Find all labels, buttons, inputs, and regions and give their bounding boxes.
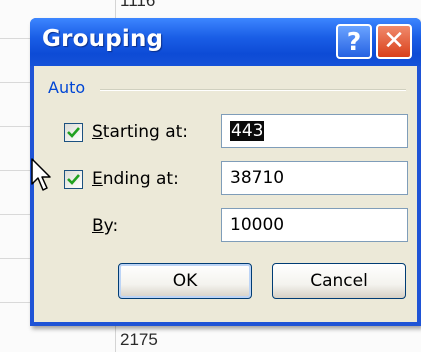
row-gridline (0, 214, 30, 215)
close-icon[interactable]: ✕ (376, 24, 412, 59)
ok-button[interactable]: OK (118, 263, 252, 299)
cancel-button[interactable]: Cancel (272, 263, 406, 299)
row-gridline (0, 302, 30, 303)
title-bar[interactable]: Grouping ? ✕ (30, 18, 421, 66)
ending-at-label-text: nding at: (102, 169, 179, 189)
checkmark-icon (67, 127, 80, 138)
row-gridline (0, 38, 30, 39)
background-cell-value[interactable]: 1116 (120, 0, 155, 11)
starting-at-value: 443 (230, 121, 265, 141)
help-icon[interactable]: ? (336, 24, 372, 59)
group-divider (100, 89, 406, 91)
background-cell-value[interactable]: 2175 (120, 330, 158, 350)
accesskey-e: E (92, 169, 103, 189)
by-label-text: y: (103, 216, 119, 236)
dialog-body: Auto Starting at: 443 Ending at: 38710 B… (34, 66, 417, 322)
starting-at-label: Starting at: (92, 122, 188, 142)
grouping-dialog: Grouping ? ✕ Auto Starting at: 443 Endin… (30, 18, 421, 326)
accesskey-b: B (92, 216, 104, 236)
starting-at-checkbox[interactable] (64, 123, 83, 142)
row-gridline (0, 82, 30, 83)
ending-at-label: Ending at: (92, 169, 179, 189)
group-label-auto: Auto (48, 78, 86, 97)
checkmark-icon (67, 174, 80, 185)
starting-at-label-text: tarting at: (102, 122, 189, 142)
dialog-title: Grouping (42, 26, 164, 52)
ending-at-checkbox[interactable] (64, 170, 83, 189)
by-label: By: (92, 216, 118, 236)
row-gridline (0, 126, 30, 127)
ending-at-input[interactable]: 38710 (221, 161, 408, 195)
row-gridline (0, 258, 30, 259)
mouse-pointer-icon (31, 158, 51, 191)
row-gridline (0, 170, 30, 171)
accesskey-s: S (92, 122, 103, 142)
by-input[interactable]: 10000 (221, 208, 408, 242)
starting-at-input[interactable]: 443 (221, 114, 408, 148)
